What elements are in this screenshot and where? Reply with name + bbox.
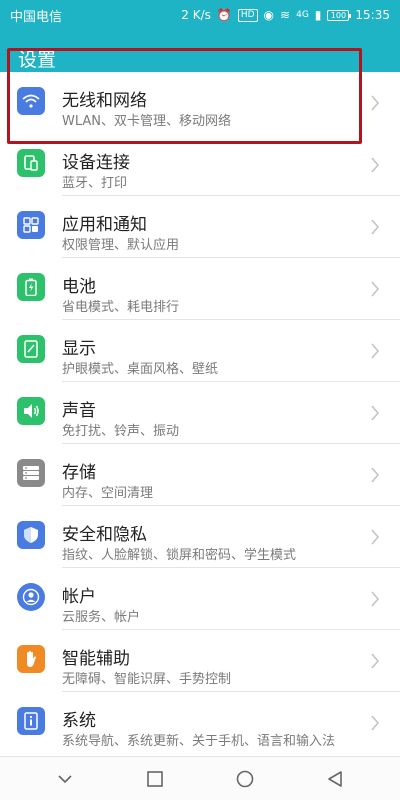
item-title: 系统	[62, 711, 96, 731]
item-title: 应用和通知	[62, 215, 147, 235]
settings-item-account[interactable]: 帐户 云服务、帐户	[0, 568, 400, 630]
chevron-right-icon	[371, 281, 380, 297]
chevron-right-icon	[371, 467, 380, 483]
signal-icon: ▮	[314, 8, 322, 22]
item-title: 设备连接	[62, 153, 130, 173]
hand-icon	[17, 645, 45, 673]
item-subtitle: 指纹、人脸解锁、锁屏和密码、学生模式	[62, 548, 297, 563]
wifi-icon	[17, 87, 45, 115]
item-title: 安全和隐私	[62, 525, 147, 545]
item-subtitle: 无障碍、智能识屏、手势控制	[62, 672, 232, 687]
settings-item-system[interactable]: 系统 系统导航、系统更新、关于手机、语言和输入法	[0, 692, 400, 754]
status-icons: 2 K/s ⏰ HD ◉ ≋ 4G ▮ 100 15:35	[181, 8, 390, 22]
chevron-right-icon	[371, 591, 380, 607]
item-title: 电池	[62, 277, 96, 297]
battery-indicator: 100	[327, 9, 352, 21]
status-time: 15:35	[355, 8, 390, 22]
item-subtitle: 云服务、帐户	[62, 610, 141, 625]
chevron-right-icon	[371, 157, 380, 173]
item-subtitle: 免打扰、铃声、振动	[62, 424, 180, 439]
alarm-icon: ⏰	[216, 8, 232, 22]
network-type: 4G	[296, 10, 309, 20]
account-icon	[17, 583, 45, 611]
item-subtitle: 省电模式、耗电排行	[62, 300, 180, 315]
home-icon	[236, 770, 254, 787]
apps-icon	[17, 211, 45, 239]
hd-badge: HD	[237, 8, 258, 22]
item-subtitle: 内存、空间清理	[62, 486, 154, 501]
settings-item-device-connection[interactable]: 设备连接 蓝牙、打印	[0, 134, 400, 196]
chevron-right-icon	[371, 715, 380, 731]
navigation-bar	[0, 756, 400, 800]
item-title: 无线和网络	[62, 91, 147, 111]
settings-item-apps[interactable]: 应用和通知 权限管理、默认应用	[0, 196, 400, 258]
chevron-right-icon	[371, 343, 380, 359]
wifi-status-icon: ≋	[280, 8, 291, 22]
settings-item-display[interactable]: 显示 护眼模式、桌面风格、壁纸	[0, 320, 400, 382]
shield-icon	[17, 521, 45, 549]
chevron-right-icon	[371, 653, 380, 669]
chevron-right-icon	[371, 219, 380, 235]
device-connect-icon	[17, 149, 45, 177]
chevron-right-icon	[371, 95, 380, 111]
settings-item-storage[interactable]: 存储 内存、空间清理	[0, 444, 400, 506]
recents-icon	[147, 770, 163, 787]
settings-item-battery[interactable]: 电池 省电模式、耗电排行	[0, 258, 400, 320]
storage-icon	[17, 459, 45, 487]
carrier-name: 中国电信	[10, 9, 63, 25]
collapse-button[interactable]	[50, 764, 80, 794]
settings-item-security[interactable]: 安全和隐私 指纹、人脸解锁、锁屏和密码、学生模式	[0, 506, 400, 568]
settings-item-wireless[interactable]: 无线和网络 WLAN、双卡管理、移动网络	[0, 72, 400, 134]
chevron-down-icon	[58, 774, 72, 783]
settings-item-sound[interactable]: 声音 免打扰、铃声、振动	[0, 382, 400, 444]
battery-level: 100	[330, 10, 347, 20]
back-icon	[328, 770, 342, 787]
item-subtitle: 系统导航、系统更新、关于手机、语言和输入法	[62, 734, 336, 749]
settings-item-assist[interactable]: 智能辅助 无障碍、智能识屏、手势控制	[0, 630, 400, 692]
item-subtitle: 护眼模式、桌面风格、壁纸	[62, 362, 219, 377]
settings-list: 无线和网络 WLAN、双卡管理、移动网络 设备连接 蓝牙、打印 应用和通知 权限…	[0, 72, 400, 754]
item-subtitle: 权限管理、默认应用	[62, 238, 180, 253]
chevron-right-icon	[371, 405, 380, 421]
item-title: 帐户	[62, 587, 96, 607]
item-title: 存储	[62, 463, 96, 483]
item-subtitle: 蓝牙、打印	[62, 176, 128, 191]
status-bar: 中国电信 2 K/s ⏰ HD ◉ ≋ 4G ▮ 100 15:35	[0, 0, 400, 30]
battery-icon	[17, 273, 45, 301]
item-title: 显示	[62, 339, 96, 359]
home-button[interactable]	[230, 764, 260, 794]
item-title: 声音	[62, 401, 96, 421]
eye-icon: ◉	[263, 8, 275, 22]
chevron-right-icon	[371, 529, 380, 545]
display-icon	[17, 335, 45, 363]
recents-button[interactable]	[140, 764, 170, 794]
system-info-icon	[17, 707, 45, 735]
item-subtitle: WLAN、双卡管理、移动网络	[62, 114, 232, 129]
item-title: 智能辅助	[62, 649, 130, 669]
page-title: 设置	[18, 49, 57, 71]
sound-icon	[17, 397, 45, 425]
network-speed: 2 K/s	[181, 8, 211, 22]
back-button[interactable]	[320, 764, 350, 794]
